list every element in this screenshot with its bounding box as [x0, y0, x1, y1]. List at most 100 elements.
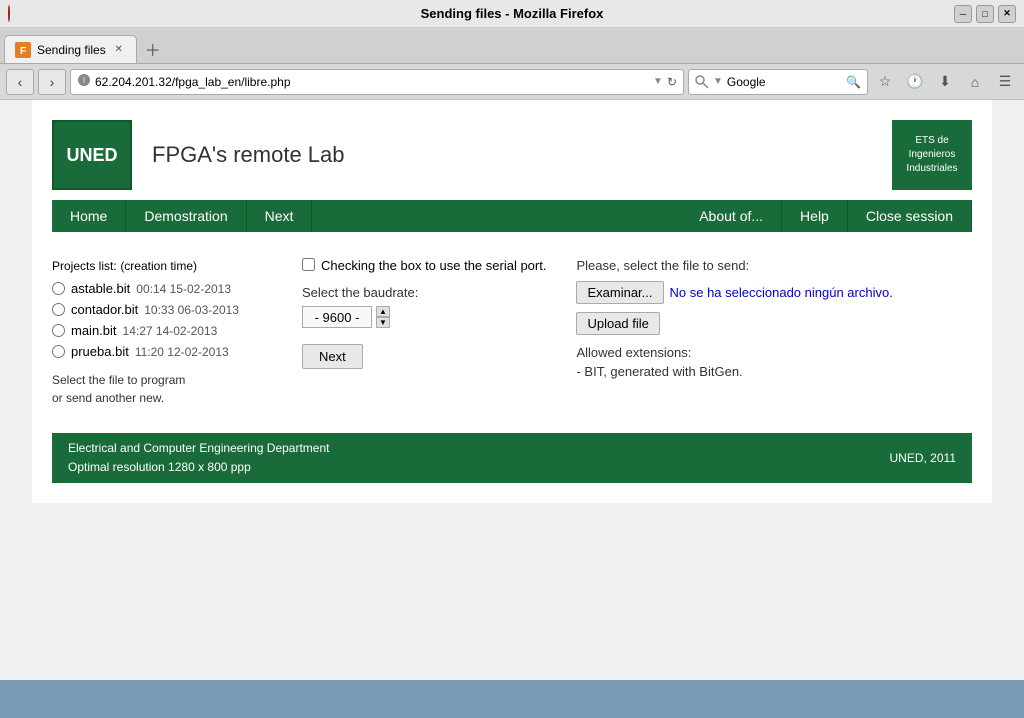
ets-line1: ETS de	[915, 134, 948, 148]
forward-btn[interactable]: ›	[38, 69, 66, 95]
project-time-astable: 00:14 15-02-2013	[136, 282, 231, 296]
menu-item-home[interactable]: Home	[52, 200, 126, 232]
projects-heading: Projects list:	[52, 259, 117, 273]
site-header: UNED FPGA's remote Lab ETS de Ingenieros…	[52, 120, 972, 190]
hint-line1: Select the file to program	[52, 371, 272, 389]
home-btn[interactable]: ⌂	[962, 69, 988, 95]
window-title: Sending files - Mozilla Firefox	[421, 6, 604, 21]
address-dropdown-icon[interactable]: ▼	[653, 76, 663, 87]
footer-line1: Electrical and Computer Engineering Depa…	[68, 439, 329, 458]
site-footer: Electrical and Computer Engineering Depa…	[52, 433, 972, 483]
list-item: astable.bit 00:14 15-02-2013	[52, 281, 272, 296]
download-btn[interactable]: ⬇	[932, 69, 958, 95]
serial-port-checkbox[interactable]	[302, 258, 315, 271]
baudrate-input[interactable]	[302, 306, 372, 328]
page-wrapper: UNED FPGA's remote Lab ETS de Ingenieros…	[32, 100, 992, 503]
projects-creation-label: (creation time)	[120, 259, 197, 273]
header-left: UNED FPGA's remote Lab	[52, 120, 345, 190]
project-radio-contador[interactable]	[52, 303, 65, 316]
new-tab-btn[interactable]: ＋	[141, 37, 165, 61]
ets-line2: Ingenieros	[909, 148, 956, 162]
back-btn[interactable]: ‹	[6, 69, 34, 95]
list-item: main.bit 14:27 14-02-2013	[52, 323, 272, 338]
refresh-btn[interactable]: ↻	[667, 75, 677, 89]
toolbar-icons: ☆ 🕐 ⬇ ⌂ ☰	[872, 69, 1018, 95]
site-title: FPGA's remote Lab	[152, 142, 345, 168]
search-engine-icon	[695, 75, 709, 89]
search-engine-label: Google	[727, 75, 842, 89]
serial-port-label: Checking the box to use the serial port.	[321, 258, 546, 273]
close-btn[interactable]: ✕	[998, 5, 1016, 23]
projects-title: Projects list: (creation time)	[52, 258, 272, 273]
tab-label: Sending files	[37, 43, 106, 57]
list-item: prueba.bit 11:20 12-02-2013	[52, 344, 272, 359]
footer-left: Electrical and Computer Engineering Depa…	[68, 439, 329, 477]
svg-text:i: i	[83, 76, 85, 85]
baudrate-up-arrow[interactable]: ▲	[376, 306, 390, 317]
project-radio-astable[interactable]	[52, 282, 65, 295]
baudrate-select-label: Select the baudrate:	[302, 285, 546, 300]
search-bar[interactable]: ▼ Google 🔍	[688, 69, 868, 95]
minimize-btn[interactable]: ─	[954, 5, 972, 23]
browser-content: UNED FPGA's remote Lab ETS de Ingenieros…	[0, 100, 1024, 680]
next-button[interactable]: Next	[302, 344, 363, 369]
content-area: Projects list: (creation time) astable.b…	[52, 248, 972, 417]
menu-btn[interactable]: ☰	[992, 69, 1018, 95]
select-hint: Select the file to program or send anoth…	[52, 371, 272, 407]
address-bar[interactable]: i 62.204.201.32/fpga_lab_en/libre.php ▼ …	[70, 69, 684, 95]
navbar: ‹ › i 62.204.201.32/fpga_lab_en/libre.ph…	[0, 64, 1024, 100]
svg-text:F: F	[20, 46, 26, 57]
project-radio-prueba[interactable]	[52, 345, 65, 358]
examine-btn[interactable]: Examinar...	[576, 281, 663, 304]
search-go-btn[interactable]: 🔍	[846, 75, 861, 89]
active-tab[interactable]: F Sending files ✕	[4, 35, 137, 63]
tab-favicon: F	[15, 42, 31, 58]
list-item: contador.bit 10:33 06-03-2013	[52, 302, 272, 317]
project-radio-main[interactable]	[52, 324, 65, 337]
footer-right: UNED, 2011	[890, 451, 956, 465]
project-name-contador: contador.bit	[71, 302, 138, 317]
file-panel: Please, select the file to send: Examina…	[576, 258, 972, 407]
window-controls: ─ □ ✕	[954, 5, 1016, 23]
allowed-extensions-value: - BIT, generated with BitGen.	[576, 364, 972, 379]
menu-item-about[interactable]: About of...	[681, 200, 782, 232]
search-dropdown-icon[interactable]: ▼	[713, 76, 723, 87]
menu-item-next[interactable]: Next	[247, 200, 313, 232]
ets-logo: ETS de Ingenieros Industriales	[892, 120, 972, 190]
title-bar: Sending files - Mozilla Firefox ─ □ ✕	[0, 0, 1024, 28]
tab-bar: F Sending files ✕ ＋	[0, 28, 1024, 64]
uned-logo: UNED	[52, 120, 132, 190]
address-text: 62.204.201.32/fpga_lab_en/libre.php	[95, 75, 649, 89]
serial-port-row: Checking the box to use the serial port.	[302, 258, 546, 273]
menu-item-help[interactable]: Help	[782, 200, 848, 232]
ets-line3: Industriales	[906, 162, 957, 176]
baudrate-control: ▲ ▼	[302, 306, 546, 328]
menu-spacer	[312, 200, 681, 232]
project-name-astable: astable.bit	[71, 281, 130, 296]
bookmarks-btn[interactable]: ☆	[872, 69, 898, 95]
project-time-main: 14:27 14-02-2013	[123, 324, 218, 338]
menu-item-demostration[interactable]: Demostration	[126, 200, 246, 232]
baudrate-down-arrow[interactable]: ▼	[376, 317, 390, 328]
allowed-extensions-label: Allowed extensions:	[576, 345, 972, 360]
file-input-row: Examinar... No se ha seleccionado ningún…	[576, 281, 972, 304]
maximize-btn[interactable]: □	[976, 5, 994, 23]
projects-panel: Projects list: (creation time) astable.b…	[52, 258, 272, 407]
address-favicon: i	[77, 73, 91, 90]
footer-line2: Optimal resolution 1280 x 800 ppp	[68, 458, 329, 477]
hint-line2: or send another new.	[52, 389, 272, 407]
baudrate-panel: Checking the box to use the serial port.…	[302, 258, 546, 407]
project-name-prueba: prueba.bit	[71, 344, 129, 359]
history-btn[interactable]: 🕐	[902, 69, 928, 95]
no-file-text: No se ha seleccionado ningún archivo.	[670, 285, 893, 300]
project-name-main: main.bit	[71, 323, 117, 338]
file-select-label: Please, select the file to send:	[576, 258, 972, 273]
nav-menu: Home Demostration Next About of... Help …	[52, 200, 972, 232]
window-close-btn[interactable]	[8, 6, 10, 21]
project-time-contador: 10:33 06-03-2013	[144, 303, 239, 317]
tab-close-btn[interactable]: ✕	[112, 43, 126, 57]
baudrate-spinner: ▲ ▼	[376, 306, 390, 328]
menu-item-close-session[interactable]: Close session	[848, 200, 972, 232]
upload-file-btn[interactable]: Upload file	[576, 312, 659, 335]
project-time-prueba: 11:20 12-02-2013	[135, 345, 229, 359]
